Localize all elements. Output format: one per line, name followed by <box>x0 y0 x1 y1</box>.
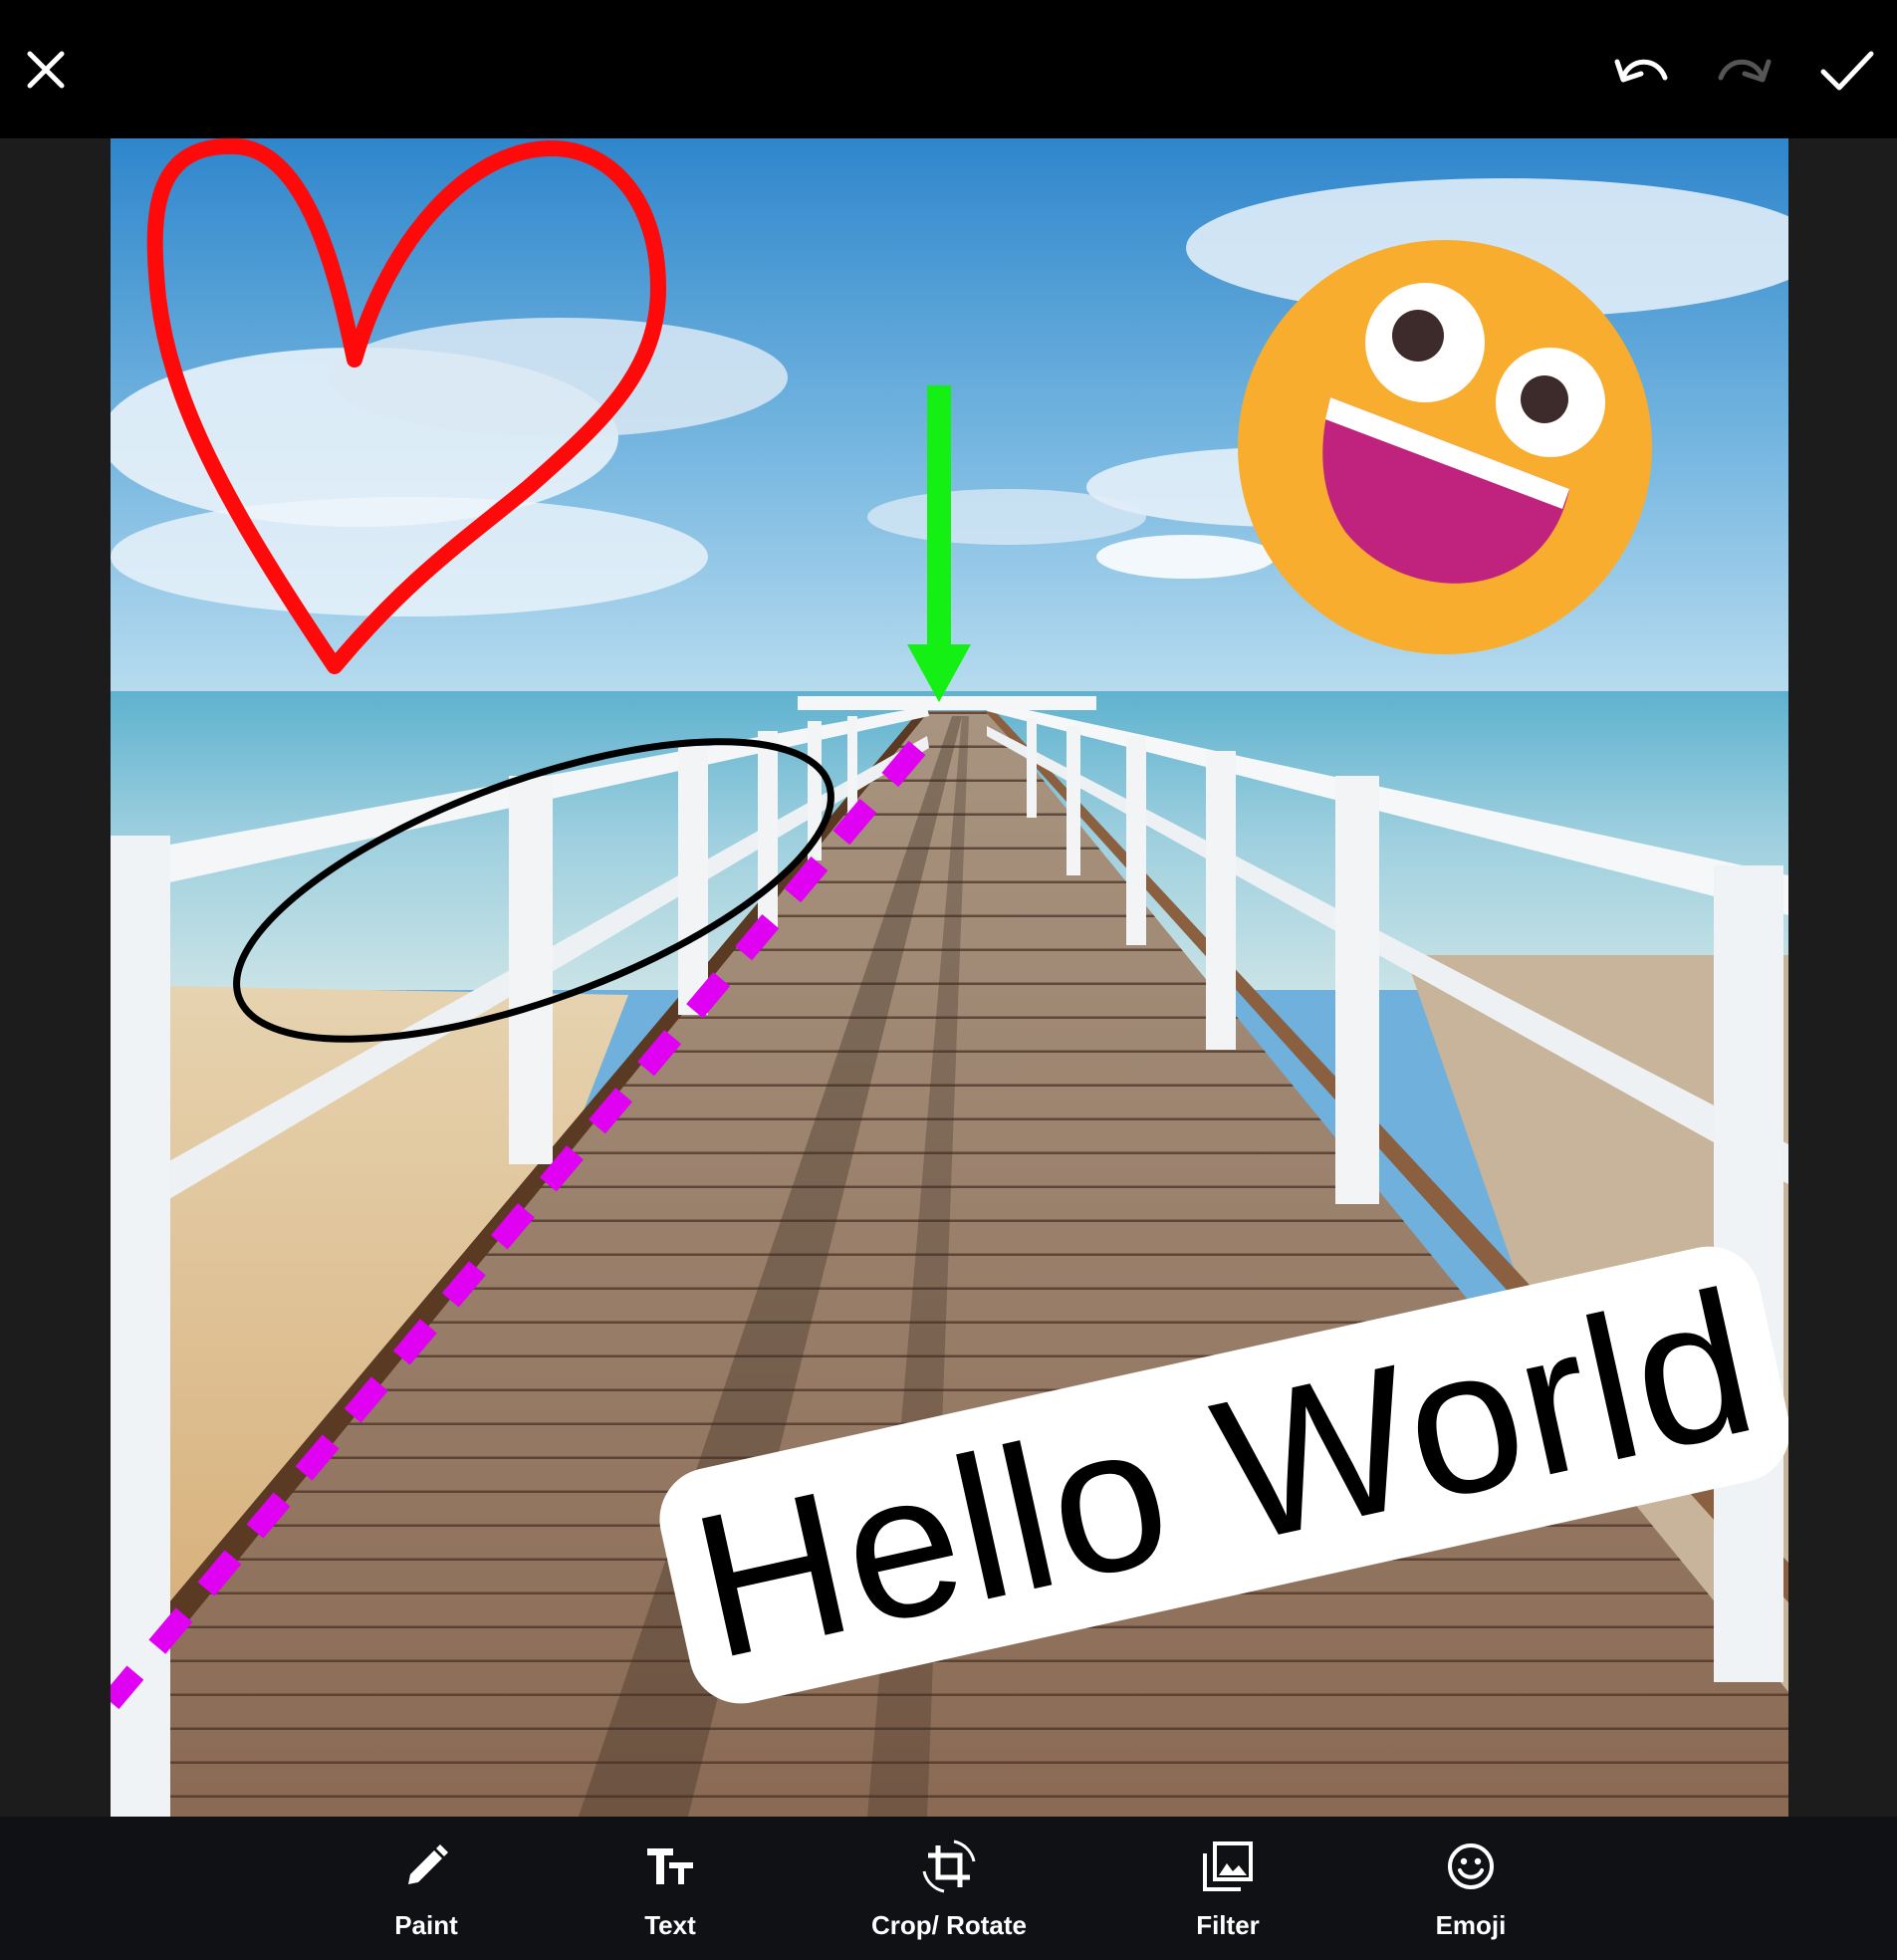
top-bar <box>0 0 1897 138</box>
crop-rotate-tool-label: Crop/ Rotate <box>871 1910 1027 1940</box>
filter-icon <box>1203 1841 1253 1891</box>
crop-rotate-icon <box>922 1839 976 1893</box>
pencil-icon <box>408 1844 448 1884</box>
close-button[interactable] <box>6 30 86 110</box>
bottom-toolbar: Paint Text Crop/ Rotate Filter Emoji <box>0 1817 1897 1960</box>
edit-canvas[interactable]: Hello World <box>111 138 1788 1817</box>
check-icon <box>1820 51 1874 91</box>
text-size-icon <box>647 1848 693 1884</box>
emoji-tool-button[interactable]: Emoji <box>1361 1837 1580 1952</box>
filter-tool-button[interactable]: Filter <box>1118 1837 1337 1952</box>
undo-button[interactable] <box>1603 30 1683 110</box>
redo-button[interactable] <box>1703 30 1782 110</box>
undo-icon <box>1614 59 1668 83</box>
close-icon <box>27 51 65 89</box>
emoji-tool-label: Emoji <box>1435 1910 1507 1940</box>
text-tool-label: Text <box>644 1910 696 1940</box>
crop-rotate-tool-button[interactable]: Crop/ Rotate <box>839 1837 1059 1952</box>
text-tool-button[interactable]: Text <box>561 1837 780 1952</box>
paint-tool-button[interactable]: Paint <box>317 1837 536 1952</box>
smiley-icon <box>1448 1843 1494 1889</box>
paint-tool-label: Paint <box>394 1910 458 1940</box>
confirm-button[interactable] <box>1807 30 1887 110</box>
filter-tool-label: Filter <box>1196 1910 1260 1940</box>
emoji-sticker[interactable] <box>1238 240 1652 654</box>
redo-icon <box>1718 59 1772 83</box>
